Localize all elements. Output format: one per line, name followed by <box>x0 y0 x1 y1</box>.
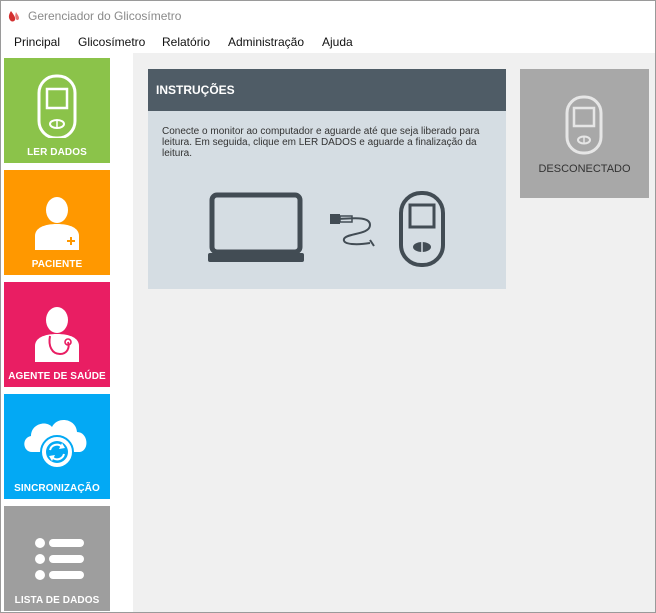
tile-label: PACIENTE <box>31 259 83 270</box>
menu-administracao[interactable]: Administração <box>228 35 304 49</box>
tile-paciente[interactable]: PACIENTE <box>4 170 110 275</box>
laptop-icon <box>208 192 304 262</box>
tile-ler-dados[interactable]: LER DADOS <box>4 58 110 163</box>
device-status-icon <box>565 95 603 155</box>
tile-label: AGENTE DE SAÚDE <box>8 371 106 382</box>
menu-relatorio[interactable]: Relatório <box>162 35 210 49</box>
app-window: Gerenciador do Glicosímetro Principal Gl… <box>0 0 656 613</box>
instructions-panel: INSTRUÇÕES Conecte o monitor ao computad… <box>148 69 506 289</box>
instructions-header: INSTRUÇÕES <box>148 69 506 111</box>
instructions-title: INSTRUÇÕES <box>156 83 235 97</box>
usb-cable-icon <box>330 214 375 247</box>
title-bar: Gerenciador do Glicosímetro <box>1 1 655 31</box>
menu-glicosimetro[interactable]: Glicosímetro <box>78 35 145 49</box>
app-logo-icon <box>8 11 19 22</box>
tile-sincronizacao[interactable]: SINCRONIZAÇÃO <box>4 394 110 499</box>
sidebar: LER DADOS PACIENTE AGENTE DE SAÚDE SINCR… <box>1 53 133 612</box>
menu-bar: Principal Glicosímetro Relatório Adminis… <box>1 31 655 53</box>
tile-lista-de-dados[interactable]: LISTA DE DADOS <box>4 506 110 611</box>
tile-label: LISTA DE DADOS <box>14 595 100 606</box>
patient-icon <box>35 197 79 250</box>
window-title: Gerenciador do Glicosímetro <box>28 9 182 23</box>
glucometer-device-icon <box>399 191 445 267</box>
main-content: INSTRUÇÕES Conecte o monitor ao computad… <box>133 53 655 612</box>
tile-label: SINCRONIZAÇÃO <box>14 483 100 494</box>
connection-illustration <box>208 191 445 267</box>
tile-label: LER DADOS <box>27 147 87 158</box>
health-agent-icon <box>35 307 79 362</box>
instructions-text: Conecte o monitor ao computador e aguard… <box>162 126 480 159</box>
sync-cloud-icon <box>24 419 87 469</box>
connection-status-box: DESCONECTADO <box>520 69 649 198</box>
menu-principal[interactable]: Principal <box>14 35 60 49</box>
tile-agente-de-saude[interactable]: AGENTE DE SAÚDE <box>4 282 110 387</box>
connection-status-label: DESCONECTADO <box>538 163 631 175</box>
menu-ajuda[interactable]: Ajuda <box>322 35 353 49</box>
list-icon <box>35 538 84 580</box>
glucometer-icon <box>37 74 77 138</box>
